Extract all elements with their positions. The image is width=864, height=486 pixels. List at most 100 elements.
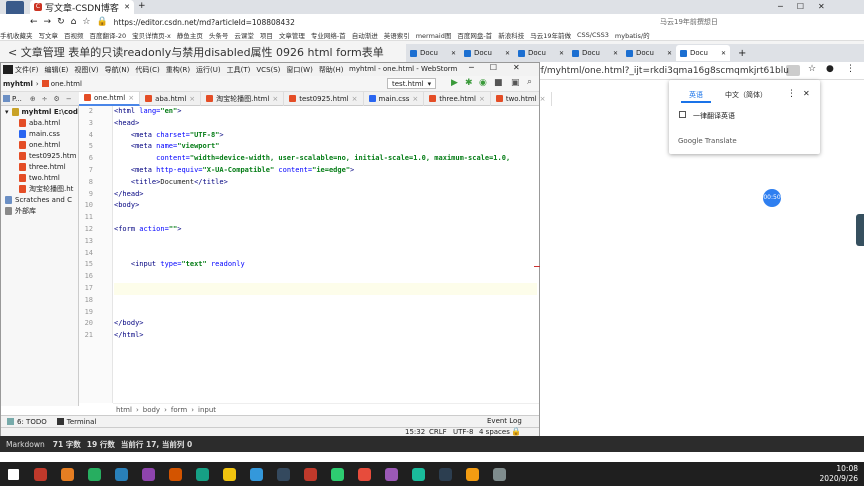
new-tab-icon[interactable]: + [138, 2, 146, 11]
terminal-tab[interactable]: Terminal [67, 418, 97, 426]
close-tab-icon[interactable]: × [479, 95, 485, 103]
menu-item[interactable]: 导航(N) [105, 65, 130, 75]
tree-item[interactable]: one.html [1, 139, 78, 150]
todo-tab[interactable]: 6: TODO [17, 418, 47, 426]
code-editor[interactable]: <html lang="en"> <head> <meta charset="UT… [114, 106, 537, 403]
code-line[interactable] [114, 248, 537, 260]
menu-item[interactable]: VCS(S) [256, 66, 280, 74]
close-tab-icon[interactable]: ✕ [451, 50, 456, 57]
close-tab-icon[interactable]: ✕ [667, 50, 672, 57]
close-tab-icon[interactable]: × [189, 95, 195, 103]
menu-item[interactable]: 工具(T) [227, 65, 251, 75]
code-line[interactable]: </head> [114, 189, 537, 201]
close-tab-icon[interactable]: × [540, 95, 546, 103]
tree-item[interactable]: 淘宝轮播图.ht [1, 183, 78, 194]
window-controls[interactable]: ─☐✕ [778, 2, 839, 11]
home-icon[interactable]: ⌂ [71, 17, 77, 27]
code-line[interactable]: </html> [114, 330, 537, 342]
bookmark-item[interactable]: 头条号 [209, 30, 229, 40]
taskbar-app-icon[interactable] [54, 462, 81, 486]
close-icon[interactable]: ✕ [803, 89, 810, 98]
bookmark-item[interactable]: 专业网络-首 [311, 30, 346, 40]
chrome2-tab[interactable]: Docu ✕ [514, 45, 568, 61]
cursor-position[interactable]: 15:32 [405, 428, 425, 436]
recording-timer[interactable]: 00:50 [763, 189, 781, 207]
menu-item[interactable]: 视图(V) [74, 65, 98, 75]
taskbar-app-icon[interactable] [81, 462, 108, 486]
browser-tab[interactable]: C 写文章-CSDN博客 ✕ [30, 0, 134, 14]
chrome2-address-bar[interactable]: rf/myhtml/one.html?_ijt=rkdi3qma16g8scmq… [537, 66, 789, 76]
editor-tab[interactable]: one.html × [79, 91, 141, 106]
bookmark-item[interactable]: 文章管理 [279, 30, 305, 40]
taskbar-app-icon[interactable] [297, 462, 324, 486]
taskbar-app-icon[interactable] [27, 462, 54, 486]
editor-tab[interactable]: three.html × [424, 91, 491, 106]
nav-project[interactable]: myhtml [3, 80, 33, 88]
indent-setting[interactable]: 4 spaces [479, 428, 510, 436]
taskbar-app-icon[interactable] [270, 462, 297, 486]
close-tab-icon[interactable]: ✕ [505, 50, 510, 57]
tree-item[interactable]: main.css [1, 128, 78, 139]
search-icon[interactable]: ⌕ [527, 77, 532, 87]
menu-icon[interactable]: ⋮ [846, 64, 855, 74]
tree-item[interactable]: two.html [1, 172, 78, 183]
coverage-icon[interactable]: ◉ [479, 78, 487, 88]
editor-tab[interactable]: 淘宝轮播图.html × [201, 91, 285, 106]
taskbar-app-icon[interactable] [189, 462, 216, 486]
breadcrumb-item[interactable]: body [143, 406, 160, 414]
code-line[interactable] [114, 271, 537, 283]
bookmark-item[interactable]: 百度翻译-20 [90, 30, 127, 40]
run-icon[interactable]: ▶ [451, 78, 458, 88]
close-tab-icon[interactable]: ✕ [721, 50, 726, 57]
taskbar-app-icon[interactable] [216, 462, 243, 486]
taskbar-app-icon[interactable] [243, 462, 270, 486]
bookmark-item[interactable]: 静鱼主页 [177, 30, 203, 40]
bookmark-item[interactable]: 英语索引 [384, 30, 410, 40]
line-ending[interactable]: CRLF [429, 428, 447, 436]
new-tab-icon[interactable]: + [738, 48, 746, 59]
bookmark-item[interactable]: CSS/CSS3 [577, 31, 609, 39]
code-line[interactable]: <title>Document</title> [114, 177, 537, 189]
tree-item[interactable]: 外部库 [1, 205, 78, 216]
panel-tool-icons[interactable]: ⊕÷⚙− [30, 95, 78, 103]
bookmark-item[interactable]: 写文章 [39, 30, 59, 40]
side-widget[interactable] [856, 214, 864, 246]
breadcrumb-item[interactable]: form [171, 406, 187, 414]
code-line[interactable]: <meta http-equiv="X-UA-Compatible" conte… [114, 165, 537, 177]
close-tab-icon[interactable]: × [352, 95, 358, 103]
more-options-icon[interactable]: ⋮ [787, 89, 796, 99]
bookmark-item[interactable]: 手机收藏夹 [0, 30, 33, 40]
tree-item[interactable]: Scratches and C [1, 194, 78, 205]
target-language-tab[interactable]: 中文（简体） [725, 90, 767, 100]
close-tab-icon[interactable]: ✕ [559, 50, 564, 57]
tree-item[interactable]: test0925.htm [1, 150, 78, 161]
structure-icon[interactable]: ▣ [511, 78, 520, 88]
breadcrumb-item[interactable]: input [198, 406, 216, 414]
ide-window-controls[interactable]: ─☐✕ [469, 63, 536, 72]
debug-icon[interactable]: ✱ [465, 78, 473, 88]
close-tab-icon[interactable]: ✕ [124, 3, 130, 11]
code-line[interactable]: <head> [114, 118, 537, 130]
bookmark-star-icon[interactable]: ☆ [82, 17, 90, 27]
bookmark-item[interactable]: mybatis/的 [615, 30, 650, 40]
tree-item[interactable]: three.html [1, 161, 78, 172]
start-button-icon[interactable] [0, 462, 27, 486]
taskbar-app-icon[interactable] [432, 462, 459, 486]
taskbar-app-icon[interactable] [135, 462, 162, 486]
menu-item[interactable]: 编辑(E) [45, 65, 69, 75]
editor-tab[interactable]: two.html × [491, 91, 552, 106]
code-line[interactable]: <body> [114, 200, 537, 212]
nav-file[interactable]: one.html [51, 80, 82, 88]
menu-item[interactable]: 运行(U) [196, 65, 221, 75]
bookmark-item[interactable]: 百度网盘-首 [457, 30, 492, 40]
menu-item[interactable]: 重构(R) [166, 65, 190, 75]
chrome2-tab[interactable]: Docu ✕ [460, 45, 514, 61]
breadcrumb-item[interactable]: html [116, 406, 132, 414]
close-tab-icon[interactable]: × [412, 95, 418, 103]
bookmark-item[interactable]: 项目 [260, 30, 273, 40]
profile-icon[interactable]: ● [826, 64, 834, 74]
taskbar-app-icon[interactable] [405, 462, 432, 486]
expand-arrow-icon[interactable]: ▾ [5, 108, 9, 116]
address-bar[interactable]: https://editor.csdn.net/md?articleId=108… [114, 18, 295, 27]
taskbar-app-icon[interactable] [324, 462, 351, 486]
